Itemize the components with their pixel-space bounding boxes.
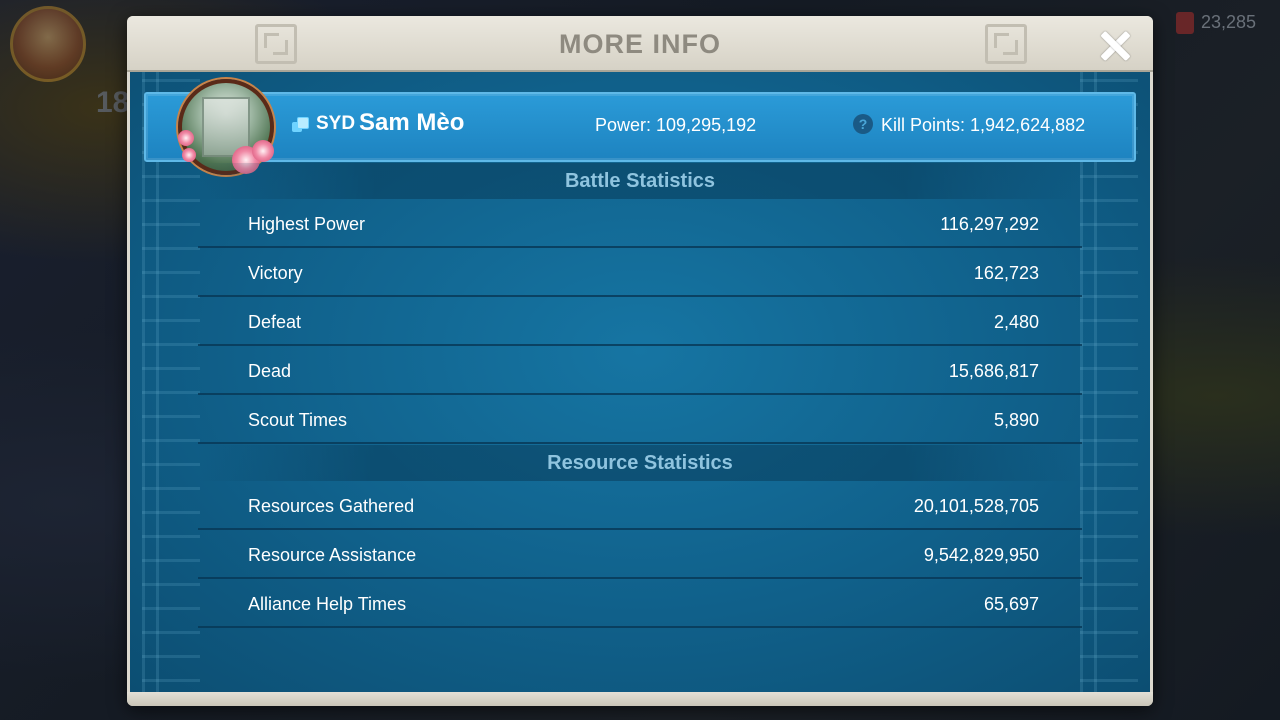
stat-value: 65,697: [983, 594, 1039, 614]
stat-value: 162,723: [973, 263, 1039, 283]
stat-label: Victory: [248, 263, 303, 283]
stat-row-resources-gathered: Resources Gathered 20,101,528,705: [198, 482, 1082, 530]
stat-value: 2,480: [993, 312, 1039, 332]
panel-footer: [127, 692, 1153, 706]
meander-border-left: [142, 72, 200, 692]
gems-count: 23,285: [1200, 12, 1256, 32]
battle-statistics-header: Battle Statistics: [198, 163, 1082, 199]
gem-icon: [1176, 12, 1194, 34]
player-power: Power: 109,295,192: [595, 115, 757, 135]
stat-value: 20,101,528,705: [913, 496, 1039, 516]
stat-value: 15,686,817: [948, 361, 1039, 381]
flower-decoration-icon: [182, 148, 196, 162]
meander-border-right: [1080, 72, 1138, 692]
stat-label: Scout Times: [248, 410, 348, 430]
stat-row-defeat: Defeat 2,480: [198, 298, 1082, 346]
stat-row-victory: Victory 162,723: [198, 249, 1082, 297]
stat-row-dead: Dead 15,686,817: [198, 347, 1082, 395]
stat-label: Resource Assistance: [248, 545, 417, 565]
panel-title: MORE INFO: [559, 29, 721, 59]
stat-row-highest-power: Highest Power 116,297,292: [198, 200, 1082, 248]
stat-row-resource-assistance: Resource Assistance 9,542,829,950: [198, 531, 1082, 579]
close-button[interactable]: [1095, 26, 1135, 66]
alliance-icon: [292, 117, 309, 133]
resource-statistics-header: Resource Statistics: [198, 445, 1082, 481]
flower-decoration-icon: [252, 140, 274, 162]
stat-row-scout-times: Scout Times 5,890: [198, 396, 1082, 444]
kill-points: Kill Points: 1,942,624,882: [881, 115, 1086, 135]
stat-label: Resources Gathered: [248, 496, 415, 516]
flower-decoration-icon: [178, 130, 194, 146]
stat-label: Defeat: [248, 312, 302, 332]
stat-label: Highest Power: [248, 214, 366, 234]
stat-value: 116,297,292: [940, 214, 1039, 234]
help-icon[interactable]: ?: [853, 114, 873, 134]
player-name: Sam Mèo: [359, 109, 465, 136]
background-level-badge: 18: [96, 86, 130, 119]
alliance-tag: SYD: [316, 113, 356, 134]
stat-label: Alliance Help Times: [248, 594, 407, 614]
stat-value: 5,890: [993, 410, 1039, 430]
stat-label: Dead: [248, 361, 292, 381]
background-player-avatar: [10, 6, 86, 82]
stat-row-alliance-help-times: Alliance Help Times 65,697: [198, 580, 1082, 628]
stat-value: 9,542,829,950: [923, 545, 1039, 565]
